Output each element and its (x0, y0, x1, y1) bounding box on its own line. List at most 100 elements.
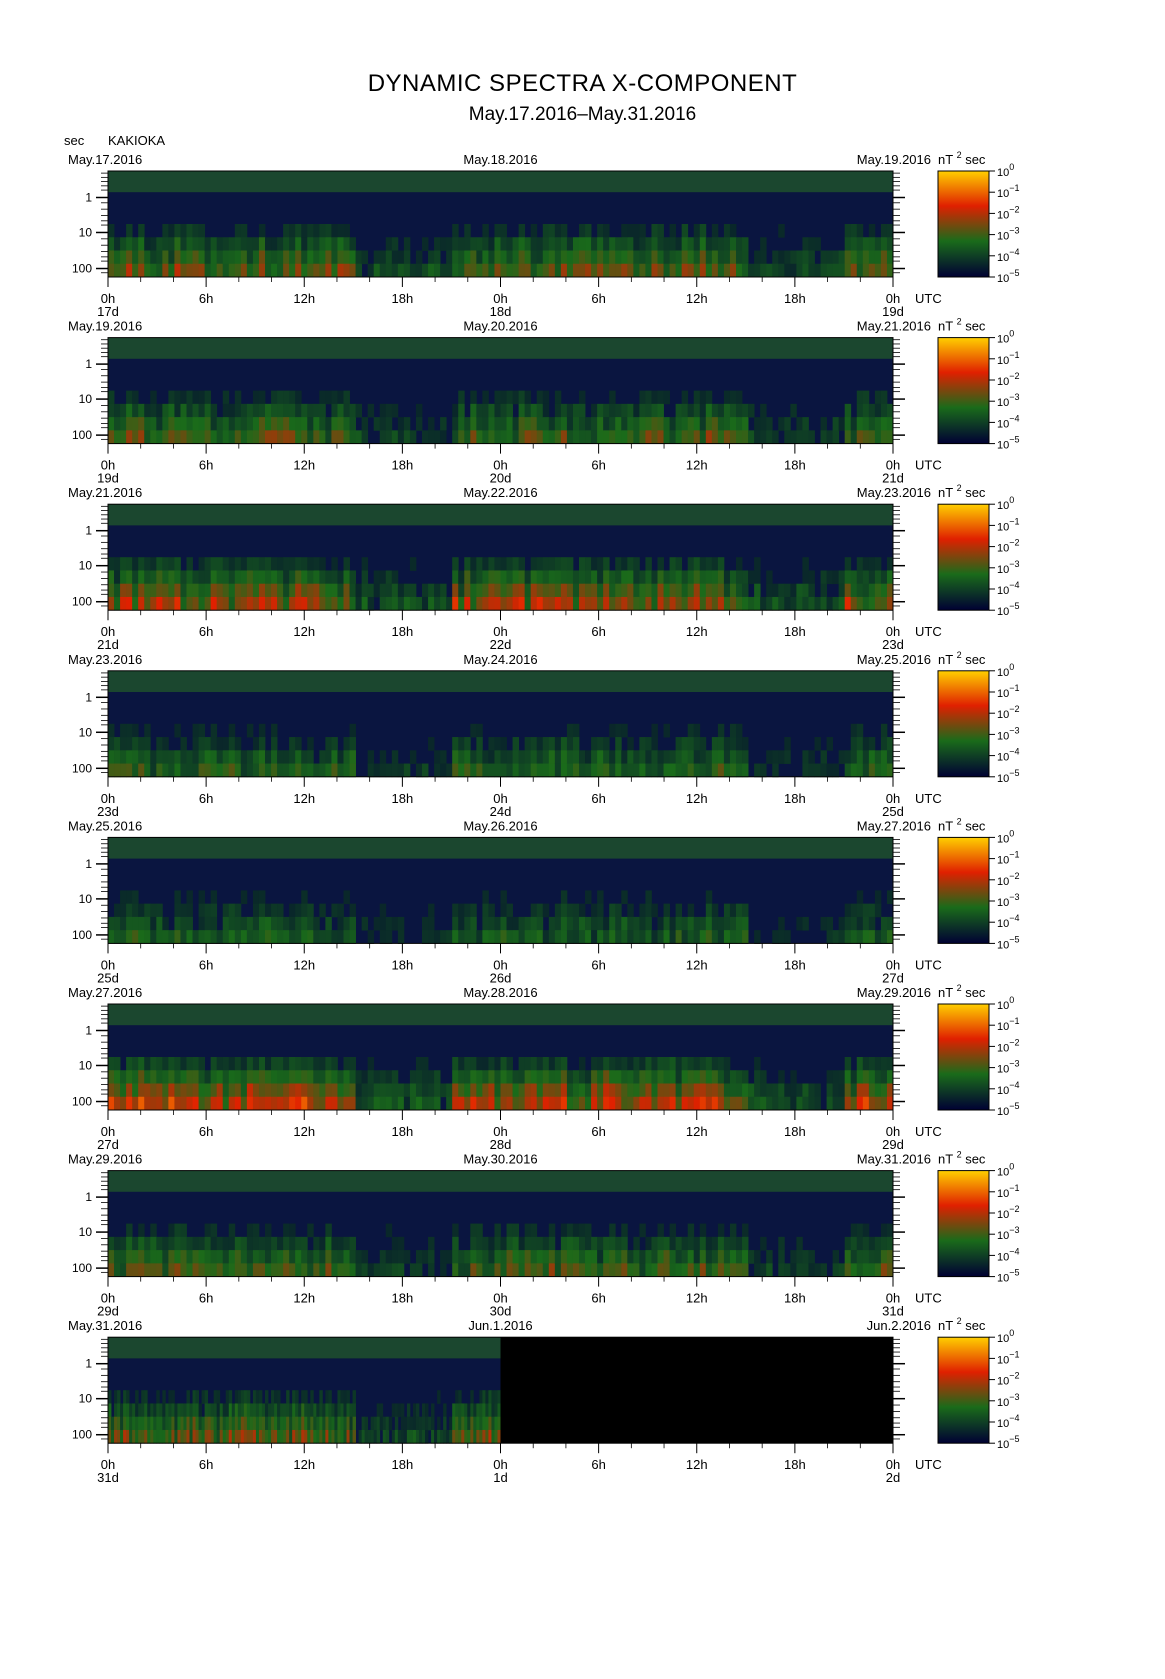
spectrum-cell (349, 403, 356, 418)
spectrum-cell (862, 417, 870, 431)
colorbar-tick-label: 10−4 (997, 413, 1020, 430)
spectrum-cell (772, 250, 779, 265)
panel-mid-date: May.24.2016 (463, 652, 537, 667)
spectrum-cell (150, 583, 157, 598)
spectrum-cell (295, 1429, 299, 1444)
spectrum-cell (476, 737, 483, 751)
spectrum-cell (802, 557, 809, 571)
spectrum-cell (814, 237, 821, 251)
spectrum-cell (310, 1429, 314, 1444)
spectrum-cell (216, 557, 224, 571)
spectrum-cell (301, 557, 308, 571)
spectrum-cell (591, 263, 598, 278)
spectrum-cell (530, 916, 538, 931)
spectrum-cell (409, 1083, 417, 1098)
spectrum-cell (524, 1236, 532, 1251)
spectrum-cell (705, 570, 713, 585)
spectrum-cell (397, 430, 405, 444)
spectrum-cell (240, 1390, 245, 1404)
spectrum-cell (699, 1096, 707, 1111)
spectrum-cell (705, 1250, 713, 1264)
spectrum-cell (337, 763, 344, 778)
spectrum-cell (246, 1070, 254, 1084)
spectrum-cell (482, 1416, 486, 1431)
spectrum-cell (319, 903, 326, 918)
spectrum-cell (742, 417, 749, 431)
spectrum-cell (295, 263, 302, 278)
spectrum-cell (560, 403, 568, 418)
spectrum-cell (585, 930, 592, 944)
spectrum-cell (711, 1236, 719, 1251)
spectrum-cell (246, 1096, 254, 1111)
spectrum-cell (337, 750, 344, 764)
spectrum-cell (204, 1223, 212, 1238)
spectrum-cell (228, 1070, 236, 1084)
spectrum-cell (597, 417, 604, 431)
spectrum-cell (796, 263, 803, 278)
spectrum-cell (874, 1096, 882, 1111)
spectrum-cell (123, 1429, 127, 1444)
spectrum-cell (370, 1416, 375, 1431)
spectrum-cell (675, 1236, 683, 1251)
spectrum-cell (524, 750, 532, 764)
spectrum-cell (754, 1057, 761, 1071)
spectrum-cell (500, 417, 507, 431)
spectrum-cell (418, 1416, 423, 1431)
spectrum-cell (192, 417, 199, 431)
spectrum-cell (295, 1416, 299, 1431)
spectrum-cell (500, 916, 507, 931)
spectrum-cell (186, 1403, 190, 1418)
spectrum-cell (736, 250, 743, 265)
spectrum-cell (548, 1236, 556, 1251)
spectrum-cell (406, 1429, 411, 1444)
spectrum-cell (325, 1250, 332, 1264)
spectrum-cell (337, 237, 344, 251)
day-label: 27d (882, 970, 904, 985)
spectrum-cell (150, 1236, 157, 1251)
spectrum-cell (530, 237, 538, 251)
spectrum-cell (108, 723, 115, 738)
spectrum-cell (681, 570, 689, 585)
spectrum-cell (204, 903, 212, 918)
spectrum-cell (850, 570, 858, 585)
spectrum-cell (153, 1429, 157, 1444)
spectrum-cell (331, 1263, 338, 1277)
spectrum-cell (255, 1403, 260, 1418)
spectrum-cell (343, 737, 350, 751)
spectrum-cell (488, 763, 495, 778)
spectrum-cell (524, 1070, 532, 1084)
spectrum-cell (862, 1070, 870, 1084)
spectrum-cell (204, 1429, 209, 1444)
spectrum-cell (313, 237, 320, 251)
colorbar-tick-label: 10−1 (997, 183, 1020, 200)
spectrum-cell (385, 583, 393, 598)
spectrum-cell (524, 250, 532, 265)
spectrum-cell (355, 263, 363, 278)
spectrum-cell (409, 1416, 414, 1431)
x-tick-label: 6h (199, 291, 213, 306)
spectrum-cell (108, 737, 115, 751)
spectrum-cell (132, 1070, 139, 1084)
spectrum-cell (283, 583, 290, 598)
spectrum-cell (135, 1403, 139, 1418)
spectrum-cell (711, 916, 719, 931)
spectrum-cell (409, 583, 417, 598)
spectrum-cell (597, 1096, 604, 1111)
spectrum-cell (880, 390, 888, 405)
spectrum-cell (705, 390, 713, 405)
spectrum-cell (657, 390, 664, 405)
spectrum-cell (536, 596, 544, 611)
spectrum-cell (240, 263, 248, 278)
spectrum-cell (621, 1263, 628, 1277)
spectrum-cell (289, 263, 296, 278)
spectrum-cell (560, 1083, 568, 1098)
spectrum-cell (742, 596, 749, 611)
spectrum-cell (566, 930, 574, 944)
spectrum-cell (343, 1390, 347, 1404)
spectrum-cell (246, 916, 254, 931)
spectrum-cell (524, 916, 532, 931)
spectrum-cell (880, 750, 888, 764)
spectrum-cell (485, 1429, 489, 1444)
spectrum-cell (512, 1083, 520, 1098)
spectrum-cell (597, 1236, 604, 1251)
